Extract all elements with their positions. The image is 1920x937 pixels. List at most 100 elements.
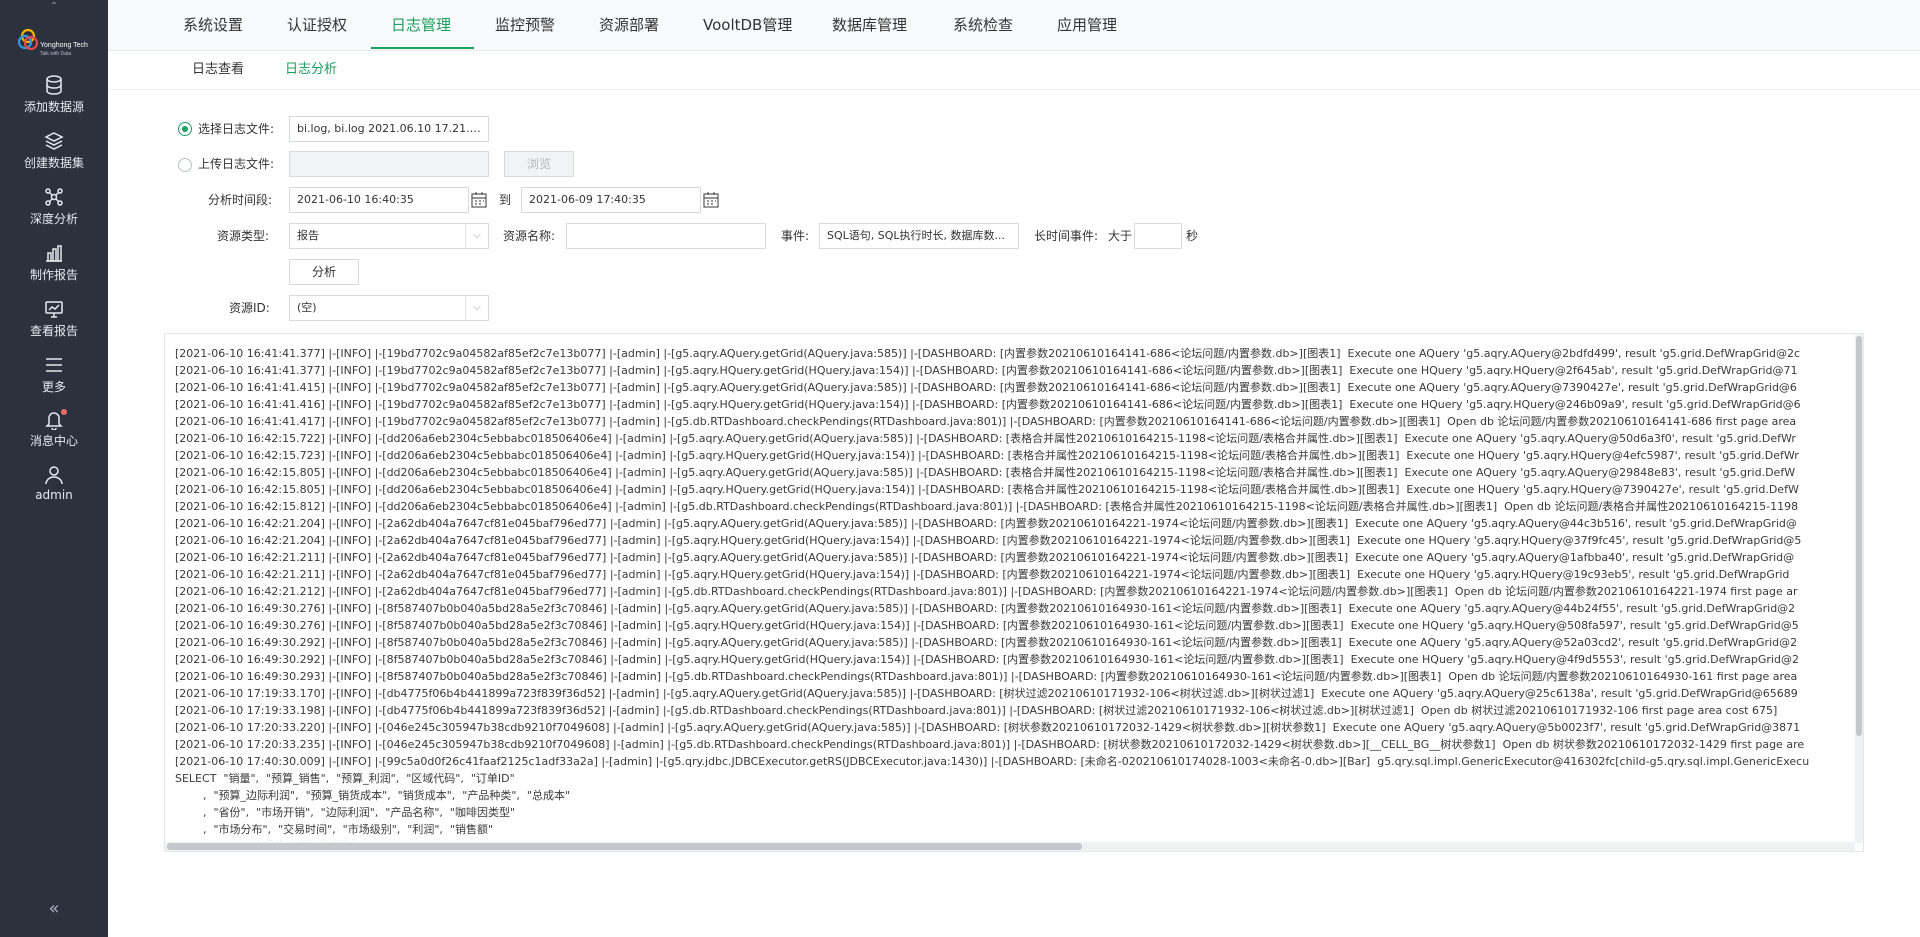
nav-add-datasource[interactable]: 添加数据源 (0, 74, 108, 126)
menu-icon (46, 358, 62, 372)
to-label: 到 (499, 193, 512, 207)
tab-system-check[interactable]: 系统检查 (953, 0, 1013, 50)
log-line: [2021-06-10 17:20:33.235] |-[INFO] |-[04… (175, 738, 1805, 751)
subtab-log-view[interactable]: 日志查看 (192, 51, 244, 89)
nav-label: 更多 (41, 380, 66, 394)
vertical-scrollbar[interactable] (1855, 334, 1863, 843)
log-line: [2021-06-10 17:19:33.170] |-[INFO] |-[db… (175, 687, 1798, 700)
user-icon (45, 466, 63, 485)
logo[interactable]: Yonghong Tech Talk with Data (17, 28, 98, 62)
bar-chart-icon (46, 245, 62, 262)
log-line: [2021-06-10 16:42:21.211] |-[INFO] |-[2a… (175, 551, 1795, 564)
greater-than-label: 大于 (1108, 229, 1133, 243)
logo-icon (17, 28, 39, 51)
long-event-label: 长时间事件: (1034, 229, 1099, 243)
logo-tagline: Talk with Data (40, 51, 72, 57)
resource-name-input[interactable] (566, 223, 766, 249)
calendar-icon[interactable] (470, 191, 488, 209)
log-line: , "预算_边际利润", "预算_销货成本", "销货成本", "产品种类", … (175, 789, 571, 802)
log-line: [2021-06-10 16:49:30.276] |-[INFO] |-[8f… (175, 602, 1796, 615)
horizontal-scroll-thumb[interactable] (167, 843, 1082, 850)
tab-database-management[interactable]: 数据库管理 (832, 0, 907, 50)
nav-more[interactable]: 更多 (0, 354, 108, 406)
nav-label: 深度分析 (29, 212, 78, 226)
tab-monitoring[interactable]: 监控预警 (495, 0, 555, 50)
log-line: [2021-06-10 16:49:30.292] |-[INFO] |-[8f… (175, 636, 1798, 649)
nav-make-report[interactable]: 制作报告 (0, 242, 108, 294)
collapse-sidebar-button[interactable]: « (0, 898, 108, 919)
log-line: [2021-06-10 16:42:15.722] |-[INFO] |-[dd… (175, 432, 1796, 445)
resource-type-value: 报告 (297, 229, 319, 242)
log-line: [2021-06-10 16:42:21.212] |-[INFO] |-[2a… (175, 585, 1798, 598)
long-event-seconds-input[interactable] (1134, 223, 1182, 249)
log-lines: [2021-06-10 16:41:41.377] |-[INFO] |-[19… (175, 345, 1855, 841)
nav-label: 制作报告 (29, 268, 78, 282)
log-line: [2021-06-10 16:42:15.723] |-[INFO] |-[dd… (175, 449, 1799, 462)
tab-log-management[interactable]: 日志管理 (391, 0, 451, 50)
nav-create-dataset[interactable]: 创建数据集 (0, 130, 108, 182)
end-time-input[interactable]: 2021-06-09 17:40:35 (521, 187, 701, 213)
browse-button[interactable]: 浏览 (504, 151, 574, 177)
log-line: [2021-06-10 17:19:33.198] |-[INFO] |-[db… (175, 704, 1778, 717)
select-file-radio[interactable] (178, 122, 192, 136)
log-line: [2021-06-10 16:41:41.416] |-[INFO] |-[19… (175, 398, 1801, 411)
log-line: [2021-06-10 16:42:21.204] |-[INFO] |-[2a… (175, 534, 1802, 547)
log-output-panel[interactable]: [2021-06-10 16:41:41.377] |-[INFO] |-[19… (164, 333, 1864, 852)
nav-user-admin[interactable]: admin (0, 464, 108, 516)
chevron-down-icon: ⌵ (465, 224, 488, 248)
log-line: [2021-06-10 16:41:41.377] |-[INFO] |-[19… (175, 364, 1798, 377)
resource-type-select[interactable]: 报告 ⌵ (289, 223, 489, 249)
nav-label: 添加数据源 (23, 100, 84, 114)
log-line: [2021-06-10 16:41:41.377] |-[INFO] |-[19… (175, 347, 1801, 360)
sidebar: ⌃ Yonghong Tech Talk with Data 添加数据源 创建数… (0, 0, 108, 937)
log-line: [2021-06-10 16:42:21.211] |-[INFO] |-[2a… (175, 568, 1790, 581)
nav-message-center[interactable]: 消息中心 (0, 408, 108, 460)
vertical-scroll-thumb[interactable] (1856, 336, 1862, 736)
select-file-label: 选择日志文件: (198, 122, 275, 136)
log-line: FROM "ADB"."咖啡中国市场销售数据" (175, 838, 1855, 841)
resource-id-select[interactable]: (空) ⌵ (289, 295, 489, 321)
log-line: [2021-06-10 17:40:30.009] |-[INFO] |-[99… (175, 755, 1810, 768)
time-range-label: 分析时间段: (208, 193, 273, 207)
resource-name-label: 资源名称: (503, 229, 556, 243)
upload-file-input (289, 151, 489, 177)
calendar-icon[interactable] (702, 191, 720, 209)
tab-resource-deploy[interactable]: 资源部署 (599, 0, 659, 50)
database-icon (46, 75, 62, 95)
nav-label: admin (35, 488, 73, 502)
analyze-button[interactable]: 分析 (289, 259, 359, 285)
unread-badge (61, 409, 67, 415)
horizontal-scrollbar[interactable] (165, 842, 1855, 851)
subtab-log-analysis[interactable]: 日志分析 (285, 51, 337, 89)
log-line: [2021-06-10 16:42:21.204] |-[INFO] |-[2a… (175, 517, 1797, 530)
monitor-chart-icon (45, 301, 63, 318)
log-line: [2021-06-10 17:20:33.220] |-[INFO] |-[04… (175, 721, 1801, 734)
select-file-input[interactable]: bi.log, bi.log 2021.06.10 17.21.40, ... (289, 116, 489, 142)
tab-system-settings[interactable]: 系统设置 (183, 0, 243, 50)
log-line: [2021-06-10 16:49:30.292] |-[INFO] |-[8f… (175, 653, 1799, 666)
upload-file-radio[interactable] (178, 158, 192, 172)
tab-app-management[interactable]: 应用管理 (1057, 0, 1117, 50)
log-line: [2021-06-10 16:42:15.805] |-[INFO] |-[dd… (175, 466, 1796, 479)
nav-deep-analysis[interactable]: 深度分析 (0, 186, 108, 238)
chevron-up-icon[interactable]: ⌃ (0, 0, 108, 14)
tab-vooltdb[interactable]: VooltDB管理 (703, 0, 792, 50)
event-label: 事件: (781, 229, 810, 243)
log-line: [2021-06-10 16:49:30.276] |-[INFO] |-[8f… (175, 619, 1799, 632)
nav-label: 消息中心 (29, 434, 78, 448)
log-line: [2021-06-10 16:41:41.417] |-[INFO] |-[19… (175, 415, 1797, 428)
nav-view-report[interactable]: 查看报告 (0, 298, 108, 350)
event-select[interactable]: SQL语句, SQL执行时长, 数据库数... (819, 223, 1019, 249)
start-time-input[interactable]: 2021-06-10 16:40:35 (289, 187, 469, 213)
log-line: [2021-06-10 16:41:41.415] |-[INFO] |-[19… (175, 381, 1797, 394)
tab-auth[interactable]: 认证授权 (287, 0, 347, 50)
log-line: [2021-06-10 16:42:15.812] |-[INFO] |-[dd… (175, 500, 1799, 513)
nav-label: 查看报告 (29, 324, 78, 338)
upload-file-label: 上传日志文件: (198, 157, 275, 171)
logo-name: Yonghong Tech (40, 42, 88, 49)
top-tab-bar: 系统设置 认证授权 日志管理 监控预警 资源部署 VooltDB管理 数据库管理… (108, 0, 1920, 51)
log-line: SELECT "销量", "预算_销售", "预算_利润", "区域代码", "… (175, 772, 515, 785)
layers-icon (44, 132, 64, 150)
log-line: , "省份", "市场开销", "边际利润", "产品名称", "咖啡因类型" (175, 806, 516, 819)
log-line: [2021-06-10 16:42:15.805] |-[INFO] |-[dd… (175, 483, 1799, 496)
